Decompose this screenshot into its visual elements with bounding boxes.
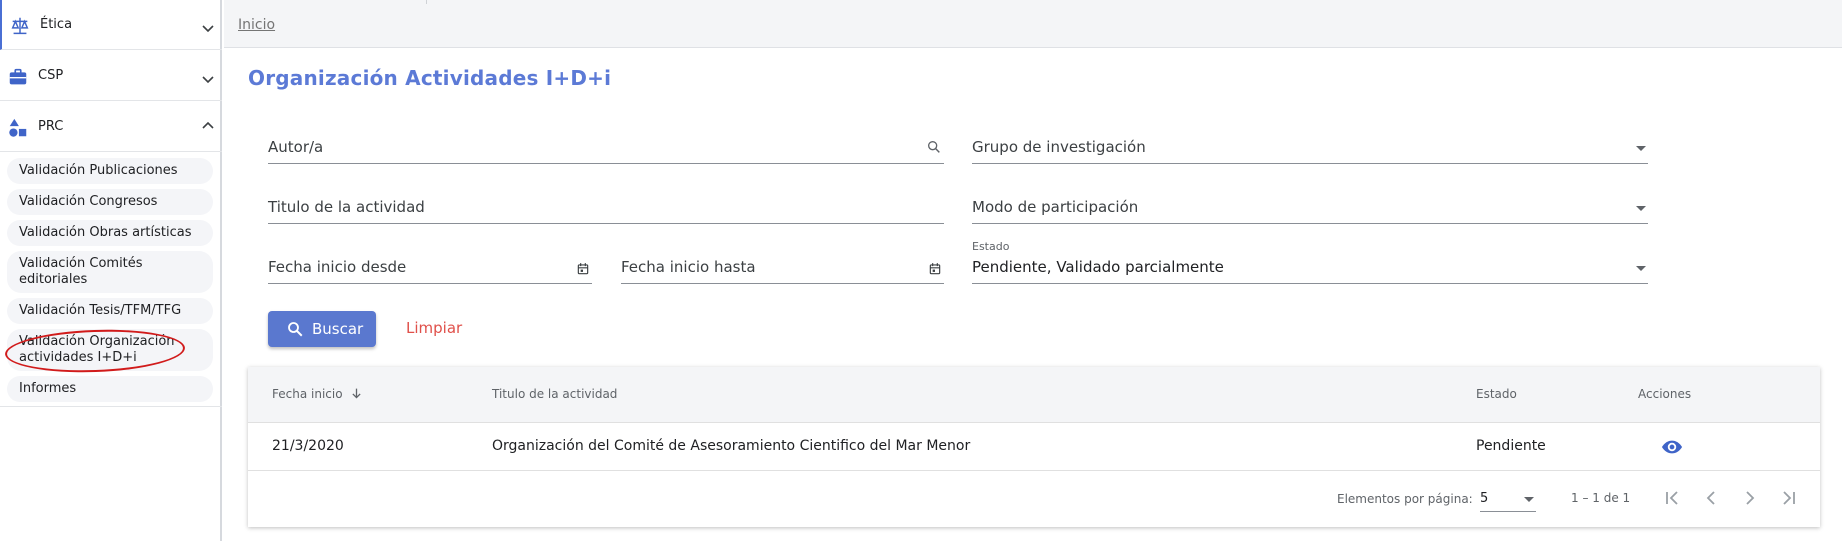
sidebar-item-validacion-obras-artisticas[interactable]: Validación Obras artísticas: [7, 220, 213, 246]
titulo-actividad-input[interactable]: Titulo de la actividad: [268, 194, 944, 224]
buscar-label: Buscar: [312, 320, 364, 338]
dropdown-arrow-icon: [1524, 497, 1534, 502]
last-page-icon[interactable]: [1777, 486, 1801, 510]
table-row: 21/3/2020 Organización del Comité de Ase…: [248, 423, 1820, 471]
page-size-select[interactable]: 5: [1480, 488, 1536, 512]
sidebar-section-etica[interactable]: Ética: [0, 0, 222, 50]
table-header: Fecha inicio Titulo de la actividad Esta…: [248, 367, 1820, 423]
estado-select[interactable]: Estado Pendiente, Validado parcialmente: [972, 240, 1648, 284]
sidebar-section-label: Ética: [40, 17, 73, 32]
column-header-acciones: Acciones: [1638, 387, 1692, 401]
sidebar-section-label: CSP: [38, 68, 64, 83]
calendar-icon[interactable]: [928, 262, 942, 276]
briefcase-icon: [9, 68, 27, 85]
column-header-label: Fecha inicio: [272, 387, 343, 401]
page-size-value: 5: [1480, 491, 1489, 506]
sidebar-item-validacion-publicaciones[interactable]: Validación Publicaciones: [7, 158, 213, 184]
first-page-icon[interactable]: [1660, 486, 1684, 510]
sidebar-item-validacion-organizacion-actividades[interactable]: Validación Organización actividades I+D+…: [7, 329, 213, 371]
modo-participacion-select[interactable]: Modo de participación: [972, 194, 1648, 224]
search-icon: [288, 322, 303, 337]
chevron-down-icon[interactable]: [200, 71, 216, 87]
cell-estado: Pendiente: [1476, 438, 1546, 454]
scales-icon: [11, 17, 29, 35]
dropdown-arrow-icon: [1636, 266, 1646, 271]
items-per-page-label: Elementos por página:: [1337, 492, 1473, 506]
limpiar-button[interactable]: Limpiar: [406, 319, 462, 337]
fecha-hasta-placeholder: Fecha inicio hasta: [621, 258, 756, 276]
chevron-down-icon[interactable]: [200, 20, 216, 36]
autor-search-input[interactable]: Autor/a: [268, 134, 944, 164]
column-header-fecha-inicio[interactable]: Fecha inicio: [272, 387, 363, 401]
cell-fecha-inicio: 21/3/2020: [272, 438, 344, 454]
grupo-placeholder: Grupo de investigación: [972, 138, 1146, 156]
app-root: Ética CSP PRC Validación Publicaciones V…: [0, 0, 1842, 541]
dropdown-arrow-icon: [1636, 146, 1646, 151]
sort-arrow-down-icon: [352, 388, 361, 399]
fecha-inicio-desde-input[interactable]: Fecha inicio desde: [268, 254, 592, 284]
fecha-desde-placeholder: Fecha inicio desde: [268, 258, 407, 276]
sidebar-section-csp[interactable]: CSP: [0, 51, 222, 101]
estado-value: Pendiente, Validado parcialmente: [972, 258, 1224, 276]
sidebar: Ética CSP PRC Validación Publicaciones V…: [0, 0, 222, 541]
fecha-inicio-hasta-input[interactable]: Fecha inicio hasta: [621, 254, 944, 284]
sidebar-item-validacion-tesis[interactable]: Validación Tesis/TFM/TFG: [7, 298, 213, 324]
buscar-button[interactable]: Buscar: [268, 311, 376, 347]
eye-icon[interactable]: [1660, 436, 1684, 458]
grupo-investigacion-select[interactable]: Grupo de investigación: [972, 134, 1648, 164]
modo-placeholder: Modo de participación: [972, 198, 1139, 216]
cell-titulo: Organización del Comité de Asesoramiento…: [492, 438, 971, 454]
sidebar-item-validacion-congresos[interactable]: Validación Congresos: [7, 189, 213, 215]
breadcrumb-home-link[interactable]: Inicio: [238, 17, 275, 33]
results-table: Fecha inicio Titulo de la actividad Esta…: [248, 367, 1820, 527]
previous-page-icon[interactable]: [1699, 486, 1723, 510]
page-range-label: 1 – 1 de 1: [1571, 491, 1631, 505]
column-header-titulo: Titulo de la actividad: [492, 387, 618, 401]
chevron-up-icon[interactable]: [200, 118, 216, 134]
sidebar-section-label: PRC: [38, 119, 64, 134]
prc-submenu: Validación Publicaciones Validación Cong…: [0, 152, 222, 407]
shapes-icon: [9, 118, 27, 137]
page-title: Organización Actividades I+D+i: [248, 66, 612, 90]
estado-label: Estado: [972, 240, 1010, 253]
topbar: Inicio: [224, 0, 1842, 48]
divider: [426, 0, 427, 4]
titulo-placeholder: Titulo de la actividad: [268, 198, 425, 216]
column-header-estado: Estado: [1476, 387, 1517, 401]
paginator: Elementos por página: 5 1 – 1 de 1: [248, 471, 1820, 527]
sidebar-item-validacion-comites-editoriales[interactable]: Validación Comités editoriales: [7, 251, 213, 293]
sidebar-section-prc[interactable]: PRC: [0, 102, 222, 152]
next-page-icon[interactable]: [1738, 486, 1762, 510]
sidebar-item-informes[interactable]: Informes: [7, 376, 213, 402]
search-icon[interactable]: [926, 139, 942, 155]
calendar-icon[interactable]: [576, 262, 590, 276]
autor-placeholder: Autor/a: [268, 138, 324, 156]
dropdown-arrow-icon: [1636, 206, 1646, 211]
